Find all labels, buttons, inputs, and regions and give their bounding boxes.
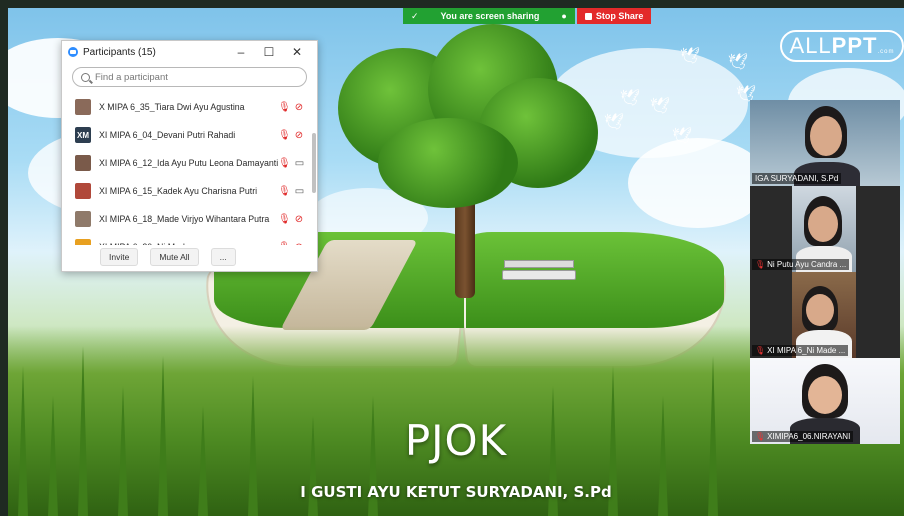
video-label: 🎙 XI MIPA 6_Ni Made ...	[752, 345, 849, 356]
stop-share-label: Stop Share	[595, 11, 644, 21]
participant-status-icons: 🎙⊘	[278, 214, 310, 225]
stop-share-button[interactable]: Stop Share	[576, 8, 652, 24]
participant-name: X MIPA 6_35_Tiara Dwi Ayu Agustina	[99, 102, 245, 112]
scrollbar-thumb[interactable]	[312, 133, 316, 193]
screen-share-bar: ✓ You are screen sharing ● Stop Share	[403, 8, 652, 24]
avatar: XM	[75, 127, 91, 143]
participant-name: XI MIPA 6_04_Devani Putri Rahadi	[99, 130, 236, 140]
participant-name: XI MIPA 6_12_Ida Ayu Putu Leona Damayant…	[99, 158, 278, 168]
participant-status-icons: 🎙⊘	[278, 130, 310, 141]
panel-title: Participants (15)	[83, 46, 156, 58]
search-icon	[81, 72, 90, 82]
participant-name: XI MIPA 6_18_Made Virjyo Wihantara Putra	[99, 214, 270, 224]
video-tile[interactable]: IGA SURYADANI, S.Pd	[750, 100, 900, 186]
bird-icon: 🕊	[672, 126, 693, 145]
panel-footer: Invite Mute All ...	[62, 243, 317, 271]
avatar	[75, 183, 91, 199]
minimize-button[interactable]: –	[227, 45, 255, 59]
muted-mic-icon: 🎙	[278, 157, 291, 169]
scrollbar[interactable]	[311, 93, 317, 245]
sharing-pin-icon: ✓	[411, 10, 419, 21]
bird-icon: 🕊	[604, 112, 625, 131]
camera-off-icon: ⊘	[294, 101, 304, 113]
participants-panel: Participants (15) – ☐ ✕ Find a participa…	[61, 40, 318, 272]
camera-icon: ▭	[294, 185, 305, 197]
presenter-name: I GUSTI AYU KETUT SURYADANI, S.Pd	[300, 483, 612, 501]
more-button[interactable]: ...	[210, 248, 236, 266]
bird-icon: 🕊	[728, 52, 749, 71]
close-button[interactable]: ✕	[283, 45, 311, 59]
shield-icon: ●	[561, 11, 567, 21]
sharing-text: You are screen sharing	[440, 11, 540, 21]
invite-button[interactable]: Invite	[100, 248, 139, 266]
bird-icon: 🕊	[650, 96, 671, 115]
panel-titlebar[interactable]: Participants (15) – ☐ ✕	[62, 41, 317, 63]
avatar	[75, 155, 91, 171]
video-tile[interactable]: 🎙 Ni Putu Ayu Candra ...	[750, 186, 900, 272]
participant-status-icons: 🎙 ▭	[278, 186, 310, 197]
bird-icon: 🕊	[620, 88, 641, 107]
zoom-logo-icon	[68, 47, 78, 57]
participant-row[interactable]: XI MIPA 6_12_Ida Ayu Putu Leona Damayant…	[62, 149, 310, 177]
participant-search-input[interactable]: Find a participant	[72, 67, 307, 87]
video-tile[interactable]: 🎙 XI MIPA 6_Ni Made ...	[750, 272, 900, 358]
participant-row[interactable]: XI MIPA 6_18_Made Virjyo Wihantara Putra…	[62, 205, 310, 233]
muted-mic-icon: 🎙	[278, 213, 291, 225]
muted-mic-icon: 🎙	[278, 101, 291, 113]
participant-row[interactable]: XI MIPA 6_15_Kadek Ayu Charisna Putri 🎙 ▭	[62, 177, 310, 205]
tree-canopy	[378, 118, 518, 208]
camera-off-icon: ⊘	[294, 213, 304, 225]
bird-icon: 🕊	[680, 46, 701, 65]
muted-mic-icon: 🎙	[755, 432, 766, 441]
muted-mic-icon: 🎙	[755, 346, 766, 355]
video-tile[interactable]: 🎙 XIMIPA6_06.NIRAYANI	[750, 358, 900, 444]
video-label: 🎙 XIMIPA6_06.NIRAYANI	[752, 431, 854, 442]
avatar	[75, 99, 91, 115]
participant-status-icons: 🎙 ▭	[278, 158, 310, 169]
participant-row[interactable]: X MIPA 6_35_Tiara Dwi Ayu Agustina 🎙 ⊘	[62, 93, 310, 121]
muted-mic-icon: 🎙	[755, 260, 766, 269]
book-grass-right	[466, 232, 724, 328]
muted-mic-icon: 🎙	[278, 185, 291, 197]
participant-row[interactable]: XM XI MIPA 6_04_Devani Putri Rahadi 🎙 ⊘	[62, 121, 310, 149]
search-placeholder: Find a participant	[95, 71, 168, 83]
stop-icon	[584, 12, 592, 20]
participant-list: X MIPA 6_35_Tiara Dwi Ayu Agustina 🎙 ⊘ XM XI…	[62, 93, 310, 245]
mute-all-button[interactable]: Mute All	[150, 248, 199, 266]
sharing-indicator[interactable]: ✓ You are screen sharing ●	[403, 8, 575, 24]
cloud	[628, 138, 768, 228]
participant-name: XI MIPA 6_15_Kadek Ayu Charisna Putri	[99, 186, 258, 196]
camera-off-icon: ⊘	[294, 129, 304, 141]
bench-back	[504, 260, 574, 268]
avatar	[75, 211, 91, 227]
allppt-logo: ALLPPT.com	[780, 30, 904, 62]
muted-mic-icon: 🎙	[278, 129, 291, 141]
video-label: IGA SURYADANI, S.Pd	[752, 173, 842, 184]
maximize-button[interactable]: ☐	[255, 45, 283, 59]
video-label: 🎙 Ni Putu Ayu Candra ...	[752, 259, 850, 270]
camera-icon: ▭	[294, 157, 305, 169]
bench	[502, 270, 576, 280]
participant-status-icons: 🎙⊘	[278, 102, 310, 113]
